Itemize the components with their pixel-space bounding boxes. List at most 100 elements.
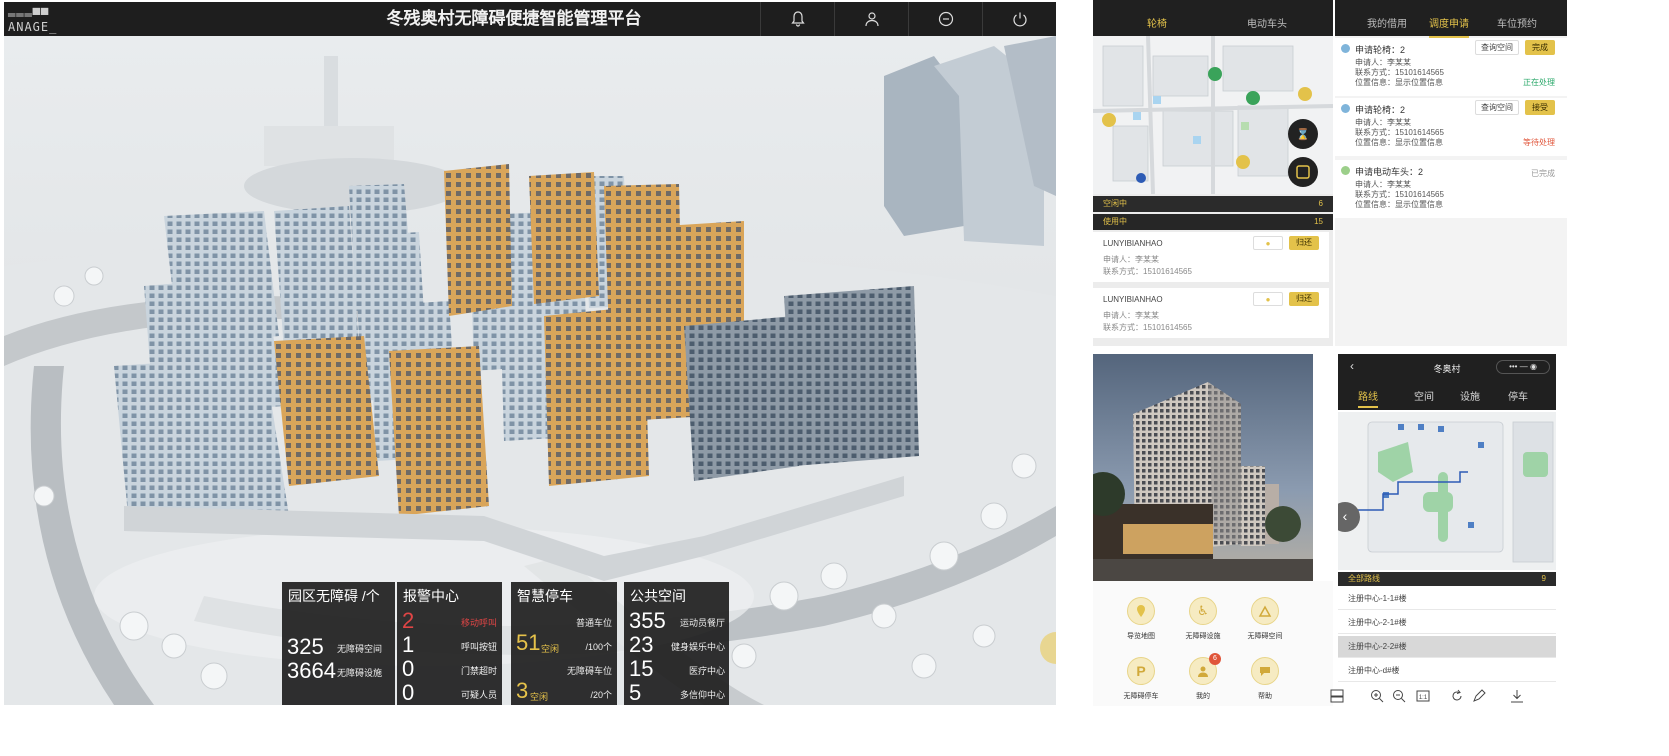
minus-circle-icon xyxy=(938,11,953,27)
alarm-center-panel: 报警中心 2 移动呼叫 1 呼叫按钮 0 门禁超时 0 可疑人员 xyxy=(397,582,502,705)
user-button[interactable] xyxy=(834,2,908,36)
layout-icon[interactable] xyxy=(1330,689,1344,703)
complete-button[interactable]: 完成 xyxy=(1525,40,1555,55)
bell-icon xyxy=(790,11,805,27)
accessible-parking-total: /20个 xyxy=(590,690,612,700)
call-button-count: 1 xyxy=(402,632,415,657)
return-button[interactable]: 归还 xyxy=(1289,236,1319,250)
minimize-button[interactable] xyxy=(908,2,982,36)
mobile-header: ‹ 冬奥村 ••• — ◉ 路线 空间 设施 停车 xyxy=(1338,354,1556,410)
equipment-contact: 联系方式：15101614565 xyxy=(1103,267,1192,276)
request-location: 位置信息：显示位置信息 xyxy=(1355,78,1443,87)
close-circle-icon[interactable]: ◉ xyxy=(1530,362,1537,371)
request-card: 申请轮椅：2 申请人：李某某 联系方式：15101614565 位置信息：显示位… xyxy=(1335,98,1567,156)
logo-line-2: ANAGE_ xyxy=(8,20,58,34)
equipment-card: LUNYIBIANHAO 申请人：李某某 联系方式：15101614565 ● … xyxy=(1093,232,1329,282)
route-list-item[interactable]: 注册中心-2-1#楼 xyxy=(1338,612,1556,634)
parking-icon[interactable]: P xyxy=(1127,657,1155,685)
equipment-tab-bar: 轮椅 电动车头 xyxy=(1093,0,1333,38)
request-title: 申请轮椅：2 xyxy=(1355,105,1406,115)
tab-my-borrow[interactable]: 我的借用 xyxy=(1367,15,1407,30)
equipment-code: LUNYIBIANHAO xyxy=(1103,295,1163,304)
public-space-panel: 公共空间 355 运动员餐厅 23 健身娱乐中心 15 医疗中心 5 多信仰中心 xyxy=(624,582,729,705)
route-map[interactable] xyxy=(1338,412,1556,570)
accept-button[interactable]: 接受 xyxy=(1525,100,1555,115)
fit-icon[interactable]: 1:1 xyxy=(1416,689,1430,703)
return-button[interactable]: 归还 xyxy=(1289,292,1319,306)
dashboard-top-bar: ═══▀▀ ANAGE_ 冬残奥村无障碍便捷智能管理平台 xyxy=(4,2,1056,36)
menu-label-guide-map: 导览地图 xyxy=(1127,633,1155,640)
locate-button[interactable]: ● xyxy=(1253,292,1283,306)
map-pin-icon[interactable] xyxy=(1127,597,1155,625)
rotate-icon[interactable] xyxy=(1450,689,1464,703)
request-title: 申请轮椅：2 xyxy=(1355,45,1406,55)
more-icon[interactable]: ••• xyxy=(1509,362,1517,371)
query-space-button[interactable]: 查询空间 xyxy=(1475,100,1519,115)
accessible-facility-label: 无障碍设施 xyxy=(337,668,383,678)
tab-parking[interactable]: 停车 xyxy=(1508,388,1528,403)
locate-button[interactable]: ● xyxy=(1253,236,1283,250)
route-list-count: 9 xyxy=(1541,574,1546,583)
tab-route[interactable]: 路线 xyxy=(1358,388,1378,408)
accessible-space-icon[interactable] xyxy=(1251,597,1279,625)
tab-dispatch-request[interactable]: 调度申请 xyxy=(1429,15,1469,38)
inuse-status-bar[interactable]: 使用中 15 xyxy=(1093,214,1333,230)
wheelchair-icon xyxy=(1341,44,1350,53)
equipment-card: LUNYIBIANHAO 申请人：李某某 联系方式：15101614565 ● … xyxy=(1093,288,1329,338)
power-button[interactable] xyxy=(982,2,1056,36)
miniapp-capsule[interactable]: ••• — ◉ xyxy=(1496,360,1550,374)
menu-label-spaces: 无障碍空间 xyxy=(1247,633,1283,640)
zoom-in-icon[interactable] xyxy=(1370,689,1384,703)
accessible-space-count: 325 xyxy=(287,634,324,659)
tab-parking-booking[interactable]: 车位预约 xyxy=(1497,15,1537,30)
electric-head-icon xyxy=(1341,166,1350,175)
alarm-panel-heading: 报警中心 xyxy=(403,588,459,604)
download-icon[interactable] xyxy=(1510,689,1524,703)
faith-label: 多信仰中心 xyxy=(679,690,725,700)
location-pin-icon: ● xyxy=(1265,239,1271,248)
chat-icon[interactable] xyxy=(1251,657,1279,685)
medical-label: 医疗中心 xyxy=(688,666,725,676)
user-icon xyxy=(864,12,879,27)
minimize-icon[interactable]: — xyxy=(1520,362,1528,371)
equipment-code: LUNYIBIANHAO xyxy=(1103,239,1163,248)
equipment-map[interactable]: ⌛ xyxy=(1093,36,1333,194)
accessible-panel-heading: 园区无障碍 /个 xyxy=(288,588,380,604)
menu-label-parking: 无障碍停车 xyxy=(1123,693,1159,700)
suspicious-count: 0 xyxy=(402,680,415,705)
tab-electric-head[interactable]: 电动车头 xyxy=(1247,15,1287,30)
power-icon xyxy=(1012,12,1027,27)
fitness-count: 23 xyxy=(629,632,654,657)
inuse-label: 使用中 xyxy=(1103,217,1127,226)
pen-icon[interactable] xyxy=(1472,689,1486,703)
equipment-applicant: 申请人：李某某 xyxy=(1103,311,1159,320)
tab-facility[interactable]: 设施 xyxy=(1460,388,1480,403)
idle-status-bar[interactable]: 空闲中 6 xyxy=(1093,196,1333,212)
request-status: 正在处理 xyxy=(1523,78,1555,87)
tab-space[interactable]: 空间 xyxy=(1414,388,1434,403)
fitness-label: 健身娱乐中心 xyxy=(670,642,725,652)
location-pin-icon: ● xyxy=(1265,295,1271,304)
mobile-call-label: 移动呼叫 xyxy=(460,618,497,628)
route-list-item[interactable]: 注册中心-d#楼 xyxy=(1338,660,1556,682)
route-list-item[interactable]: 注册中心-2-2#楼 xyxy=(1338,636,1556,658)
query-space-button[interactable]: 查询空间 xyxy=(1475,40,1519,55)
notification-button[interactable] xyxy=(760,2,834,36)
normal-parking-unit: 空闲 xyxy=(541,644,560,654)
requests-tab-bar: 我的借用 调度申请 车位预约 xyxy=(1335,0,1567,38)
normal-parking-free: 51 xyxy=(516,630,541,655)
menu-label-help: 帮助 xyxy=(1258,693,1272,700)
tab-wheelchair[interactable]: 轮椅 xyxy=(1147,15,1167,38)
route-list-item[interactable]: 注册中心-1-1#楼 xyxy=(1338,588,1556,610)
requests-screen: 我的借用 调度申请 车位预约 申请轮椅：2 申请人：李某某 联系方式：15101… xyxy=(1335,0,1567,346)
wheelchair-icon[interactable]: ♿ xyxy=(1189,597,1217,625)
zoom-out-icon[interactable] xyxy=(1392,689,1406,703)
route-list-title: 全部路线 xyxy=(1348,574,1380,583)
request-location: 位置信息：显示位置信息 xyxy=(1355,138,1443,147)
medical-count: 15 xyxy=(629,656,654,681)
request-title: 申请电动车头：2 xyxy=(1355,167,1424,177)
svg-text:⌛: ⌛ xyxy=(1296,128,1310,141)
request-status: 已完成 xyxy=(1531,169,1555,178)
mobile-route-screen: ‹ 冬奥村 ••• — ◉ 路线 空间 设施 停车 ‹ 全部路线 9 注册中心-… xyxy=(1338,354,1556,706)
dashboard-window: ═══▀▀ ANAGE_ 冬残奥村无障碍便捷智能管理平台 园区无障碍 /个 32… xyxy=(4,2,1056,705)
